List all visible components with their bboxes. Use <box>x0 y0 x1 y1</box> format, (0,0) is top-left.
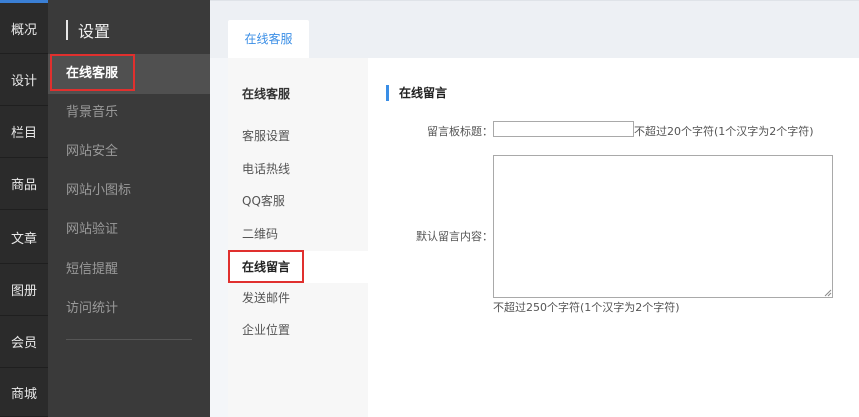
rail-item-design[interactable]: 设计 <box>0 54 48 106</box>
title-hint: 不超过20个字符(1个汉字为2个字符) <box>634 125 814 138</box>
rail-item-label: 栏目 <box>10 126 37 141</box>
rail-item-columns[interactable]: 栏目 <box>0 106 48 158</box>
primary-nav-rail: 概况 设计 栏目 商品 文章 图册 会员 商城 <box>0 0 48 417</box>
rail-item-label: 文章 <box>10 232 37 247</box>
rail-item-articles[interactable]: 文章 <box>0 212 48 264</box>
form-area: 在线留言 留言板标题： 不超过20个字符(1个汉字为2个字符) 默认留言内容： … <box>368 58 859 417</box>
rail-item-albums[interactable]: 图册 <box>0 264 48 316</box>
sidebar-item-favicon[interactable]: 网站小图标 <box>48 171 210 211</box>
rail-item-label: 设计 <box>10 74 37 89</box>
tab-bar: 在线客服 <box>210 0 859 58</box>
top-border <box>210 0 859 1</box>
rail-item-overview[interactable]: 概况 <box>0 0 48 54</box>
sidebar-divider <box>66 339 192 340</box>
rail-item-label: 商城 <box>10 386 37 402</box>
rail-item-label: 会员 <box>10 336 37 351</box>
rail-item-label: 图册 <box>10 284 37 299</box>
settings-sidebar: 设置 在线客服 背景音乐 网站安全 网站小图标 网站验证 短信提醒 访问统计 <box>48 0 210 417</box>
content-label: 默认留言内容： <box>416 230 493 243</box>
sidebar-item-online-service[interactable]: 在线客服 <box>48 54 210 94</box>
subnav-item-service-settings[interactable]: 客服设置 <box>228 120 368 152</box>
subnav-item-qq[interactable]: QQ客服 <box>228 185 368 217</box>
default-message-textarea[interactable] <box>493 155 833 298</box>
sidebar-item-visit-stats[interactable]: 访问统计 <box>48 289 210 329</box>
sidebar-item-site-security[interactable]: 网站安全 <box>48 132 210 172</box>
rail-item-members[interactable]: 会员 <box>0 316 48 368</box>
tab-online-service[interactable]: 在线客服 <box>228 20 309 58</box>
sidebar-header: 设置 <box>66 18 110 42</box>
resize-grip-icon[interactable] <box>824 289 832 297</box>
sidebar-item-sms-alert[interactable]: 短信提醒 <box>48 250 210 290</box>
section-header: 在线留言 <box>386 84 447 101</box>
sidebar-header-bar <box>66 20 68 40</box>
subnav-item-company-location[interactable]: 企业位置 <box>228 314 368 346</box>
subnav-item-qrcode[interactable]: 二维码 <box>228 218 368 250</box>
subnav: 在线客服 客服设置 电话热线 QQ客服 二维码 在线留言 发送邮件 企业位置 <box>228 58 368 417</box>
rail-item-products[interactable]: 商品 <box>0 158 48 210</box>
sidebar-item-bg-music[interactable]: 背景音乐 <box>48 93 210 133</box>
sidebar-item-site-verify[interactable]: 网站验证 <box>48 210 210 250</box>
subnav-item-online-message[interactable]: 在线留言 <box>228 251 368 283</box>
subnav-item-send-email[interactable]: 发送邮件 <box>228 282 368 314</box>
rail-item-mall[interactable]: 商城 <box>0 368 48 417</box>
sidebar-title: 设置 <box>78 22 111 41</box>
subnav-item-hotline[interactable]: 电话热线 <box>228 153 368 185</box>
title-label: 留言板标题： <box>427 125 493 138</box>
section-title: 在线留言 <box>399 86 448 100</box>
subnav-header: 在线客服 <box>242 87 291 101</box>
settings-panel: 在线客服 客服设置 电话热线 QQ客服 二维码 在线留言 发送邮件 企业位置 在… <box>228 58 859 417</box>
message-title-input[interactable] <box>493 121 634 137</box>
section-bar <box>386 84 389 101</box>
content-hint: 不超过250个字符(1个汉字为2个字符) <box>493 301 680 314</box>
rail-item-label: 概况 <box>10 22 37 38</box>
content-area: 在线客服 在线客服 客服设置 电话热线 QQ客服 二维码 在线留言 发送邮件 企… <box>210 0 859 417</box>
rail-item-label: 商品 <box>10 178 37 193</box>
